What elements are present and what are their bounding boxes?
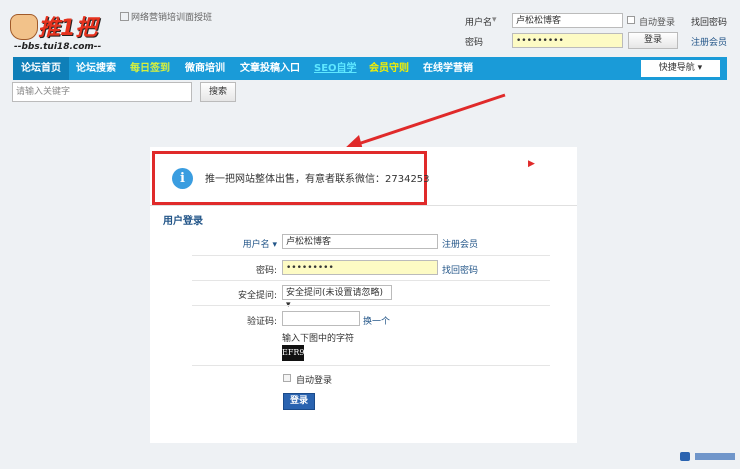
- notice-text: 推一把网站整体出售，有意者联系微信：2734253: [205, 174, 430, 185]
- auto-login-label: 自动登录: [296, 376, 333, 386]
- header-password-input[interactable]: •••••••••: [512, 33, 623, 48]
- nav-item-rules[interactable]: 会员守则: [369, 57, 409, 80]
- captcha-refresh-link[interactable]: 换一个: [363, 314, 390, 327]
- login-button[interactable]: 登录: [283, 393, 315, 410]
- broken-image-icon: [120, 12, 129, 21]
- hand-icon: [10, 14, 38, 40]
- auto-login-label: 自动登录: [639, 18, 676, 28]
- nav-item-search[interactable]: 论坛搜索: [76, 57, 116, 80]
- chevron-down-icon[interactable]: ▾: [492, 15, 497, 25]
- watermark-logo: [680, 452, 690, 461]
- notice-box: i 推一把网站整体出售，有意者联系微信：2734253: [152, 151, 430, 205]
- banner-image[interactable]: 网络营销培训面授班: [120, 10, 212, 23]
- register-link[interactable]: 注册会员: [691, 35, 727, 48]
- info-icon: i: [172, 168, 193, 189]
- header-username-input[interactable]: 卢松松博客: [512, 13, 623, 28]
- search-input[interactable]: 请输入关键字: [12, 82, 192, 102]
- password-input[interactable]: •••••••••: [282, 260, 438, 275]
- register-link[interactable]: 注册会员: [442, 237, 478, 250]
- security-question-select[interactable]: 安全提问(未设置请忽略) ▾: [282, 285, 392, 310]
- header-login-button[interactable]: 登录: [628, 32, 678, 49]
- nav-item-training[interactable]: 微商培训: [185, 57, 225, 80]
- captcha-input[interactable]: [282, 311, 360, 326]
- find-password-link[interactable]: 找回密码: [691, 15, 727, 28]
- password-label: 密码:: [255, 266, 277, 276]
- nav-item-home[interactable]: 论坛首页: [13, 57, 69, 80]
- captcha-label: 验证码:: [246, 317, 277, 327]
- auto-login-checkbox[interactable]: [283, 374, 291, 382]
- watermark-text: [695, 453, 735, 460]
- find-password-link[interactable]: 找回密码: [442, 263, 478, 276]
- play-icon[interactable]: ▶: [528, 159, 535, 169]
- auto-login-checkbox[interactable]: [627, 16, 635, 24]
- username-label: 用户名: [465, 18, 493, 28]
- nav-item-marketing[interactable]: 在线学营销: [423, 57, 473, 80]
- question-label: 安全提问:: [237, 291, 277, 301]
- divider: [150, 205, 577, 206]
- nav-item-seo[interactable]: SEO自学: [314, 57, 357, 80]
- nav-item-submit[interactable]: 文章投稿入口: [240, 57, 300, 80]
- username-type-select[interactable]: 用户名 ▾: [187, 237, 277, 250]
- main-nav: 论坛首页 论坛搜索 每日签到 微商培训 文章投稿入口 SEO自学 会员守则 在线…: [13, 57, 727, 80]
- red-arrow-annotation: [343, 93, 506, 150]
- site-logo[interactable]: 推1把 --bbs.tui18.com--: [8, 6, 108, 54]
- quick-nav-button[interactable]: 快捷导航 ▾: [641, 60, 720, 77]
- search-button[interactable]: 搜索: [200, 82, 236, 102]
- form-title: 用户登录: [163, 216, 203, 227]
- username-input[interactable]: 卢松松博客: [282, 234, 438, 249]
- captcha-hint: 输入下图中的字符: [282, 334, 355, 344]
- password-label: 密码: [465, 38, 484, 48]
- nav-item-checkin[interactable]: 每日签到: [130, 57, 170, 80]
- captcha-image[interactable]: EFR9: [282, 345, 305, 361]
